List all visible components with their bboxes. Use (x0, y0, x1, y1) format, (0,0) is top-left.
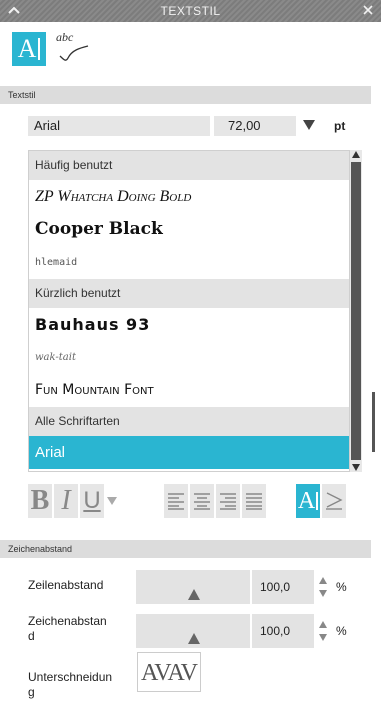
scroll-up-icon[interactable] (352, 151, 360, 158)
handwriting-mode-button[interactable]: abc (54, 30, 94, 66)
slider-knob-icon[interactable] (188, 589, 200, 600)
underline-dropdown-icon[interactable] (104, 484, 120, 518)
section-header-zeichenabstand: Zeichenabstand (0, 540, 371, 558)
cursor-icon (316, 492, 319, 510)
align-left-icon (168, 493, 184, 510)
char-spacing-label-line1: Zeichenabstan (28, 614, 107, 628)
char-spacing-slider[interactable] (136, 614, 250, 648)
align-justify-button[interactable] (242, 484, 266, 518)
kerning-label: Unterschneidun g (28, 670, 112, 700)
panel-scrollbar[interactable] (372, 22, 381, 714)
font-item-label: ZP Whatcha Doing Bold (35, 188, 192, 205)
align-center-button[interactable] (190, 484, 214, 518)
title-bar: TEXTSTIL (0, 0, 381, 22)
font-item-label: Arial (35, 444, 66, 461)
scroll-thumb[interactable] (351, 162, 361, 460)
line-spacing-stepper[interactable] (318, 574, 328, 600)
line-spacing-slider[interactable] (136, 570, 250, 604)
char-spacing-stepper[interactable] (318, 618, 328, 644)
font-item-label: wak-tait (35, 352, 76, 363)
text-on-path-button[interactable] (322, 484, 346, 518)
font-item-arial[interactable]: Arial (29, 436, 349, 469)
panel-scroll-thumb[interactable] (372, 392, 375, 452)
horizontal-text-button[interactable]: A (296, 484, 320, 518)
horizontal-text-glyph: A (297, 487, 316, 514)
font-size-unit: pt (334, 119, 346, 133)
align-right-button[interactable] (216, 484, 240, 518)
line-spacing-label: Zeilenabstand (28, 578, 104, 592)
panel-title: TEXTSTIL (160, 4, 221, 18)
font-item-hlemaid[interactable]: hlemaid (29, 246, 349, 279)
slider-knob-icon[interactable] (188, 633, 200, 644)
group-header-frequent: Häufig benutzt (29, 151, 349, 180)
kerning-button[interactable]: AVAV (137, 652, 201, 692)
align-left-button[interactable] (164, 484, 188, 518)
font-list[interactable]: Häufig benutzt ZP Whatcha Doing Bold Coo… (28, 150, 350, 472)
char-spacing-label: Zeichenabstan d (28, 614, 107, 644)
font-size-input[interactable]: 72,00 (214, 116, 296, 136)
text-on-path-icon (326, 492, 343, 510)
char-spacing-unit: % (336, 624, 347, 638)
section-header-textstil: Textstil (0, 86, 371, 104)
char-spacing-value[interactable]: 100,0 (252, 614, 314, 648)
font-item-label: Fun Mountain Font (35, 382, 154, 398)
close-icon[interactable] (363, 2, 373, 18)
font-item-zp-whatcha[interactable]: ZP Whatcha Doing Bold (29, 180, 349, 213)
bold-button[interactable]: B (28, 484, 52, 518)
kerning-label-line2: g (28, 685, 35, 699)
font-item-label: Bauhaus 93 (35, 315, 151, 334)
char-spacing-label-line2: d (28, 629, 35, 643)
font-item-fun-mountain[interactable]: Fun Mountain Font (29, 374, 349, 407)
text-mode-button[interactable]: A (12, 32, 46, 66)
align-right-icon (220, 493, 236, 510)
font-item-cooper-black[interactable]: Cooper Black (29, 213, 349, 246)
font-name-input[interactable]: Arial (28, 116, 210, 136)
font-item-wak-tait[interactable]: wak-tait (29, 341, 349, 374)
align-center-icon (194, 493, 210, 510)
font-item-label: Cooper Black (35, 219, 163, 239)
line-spacing-value[interactable]: 100,0 (252, 570, 314, 604)
group-header-recent: Kürzlich benutzt (29, 279, 349, 308)
underline-button[interactable]: U (80, 484, 104, 518)
text-mode-glyph: A (17, 34, 37, 63)
font-size-dropdown-icon[interactable] (302, 118, 316, 132)
handwriting-mode-glyph: abc (56, 30, 74, 44)
font-item-label: hlemaid (35, 257, 78, 268)
line-spacing-unit: % (336, 580, 347, 594)
align-justify-icon (246, 493, 262, 510)
cursor-icon (38, 38, 41, 60)
checkmark-icon (59, 45, 89, 61)
font-list-scrollbar[interactable] (350, 150, 362, 472)
scroll-down-icon[interactable] (352, 464, 360, 471)
font-item-bauhaus-93[interactable]: Bauhaus 93 (29, 308, 349, 341)
kerning-label-line1: Unterschneidun (28, 670, 113, 684)
italic-button[interactable]: I (54, 484, 78, 518)
group-header-all: Alle Schriftarten (29, 407, 349, 436)
